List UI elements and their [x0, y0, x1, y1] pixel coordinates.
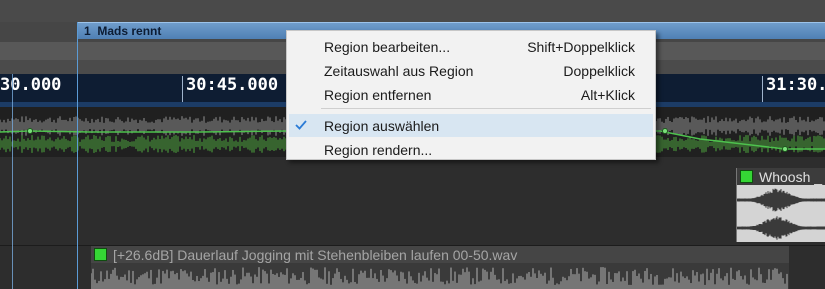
menu-item-label: Region bearbeiten...: [324, 39, 451, 55]
clip-fx-badge-icon[interactable]: [94, 248, 107, 261]
timeline-tick-label: 30.000: [0, 75, 62, 95]
whoosh-clip-name: Whoosh _: [759, 169, 823, 185]
menu-item-label: Region auswählen: [324, 118, 440, 134]
timeline-tick-label: 31:30.: [766, 75, 825, 95]
top-toolbar-strip: [0, 0, 825, 23]
envelope-point[interactable]: [662, 128, 668, 134]
menu-item-region-auswaehlen[interactable]: Region auswählen: [289, 114, 653, 137]
menu-item-label: Region entfernen: [324, 87, 432, 103]
context-menu: Region bearbeiten... Shift+Doppelklick Z…: [286, 30, 656, 160]
timeline-tick-mark: [182, 76, 183, 104]
menu-item-shortcut: Shift+Doppelklick: [527, 39, 635, 55]
envelope-point[interactable]: [782, 146, 788, 152]
envelope-point[interactable]: [27, 128, 33, 134]
whoosh-clip-header: Whoosh _: [737, 168, 825, 185]
region-title: 1 Mads rennt: [84, 24, 161, 38]
menu-item-label: Region rendern...: [324, 142, 433, 158]
menu-item-shortcut: Alt+Klick: [580, 87, 635, 103]
dauerlauf-waveform: [91, 267, 788, 289]
edit-cursor-line[interactable]: [77, 22, 78, 289]
region-number: 1: [84, 24, 91, 38]
timeline-tick-label: 30:45.000: [186, 75, 279, 95]
whoosh-waveform: [737, 188, 825, 240]
menu-item-zeitauswahl-aus-region[interactable]: Zeitauswahl aus Region Doppelklick: [289, 59, 653, 82]
menu-separator: [321, 108, 651, 109]
whoosh-clip[interactable]: Whoosh _: [736, 168, 825, 242]
timeline-tick-mark: [762, 76, 763, 104]
menu-item-region-entfernen[interactable]: Region entfernen Alt+Klick: [289, 83, 653, 106]
clip-fx-badge-icon[interactable]: [740, 170, 753, 183]
dauerlauf-clip-header: [+26.6dB] Dauerlauf Jogging mit Stehenbl…: [91, 246, 789, 263]
region-name: Mads rennt: [97, 24, 162, 38]
loop-start-line: [12, 74, 13, 289]
menu-item-region-bearbeiten[interactable]: Region bearbeiten... Shift+Doppelklick: [289, 35, 653, 58]
dauerlauf-clip[interactable]: [+26.6dB] Dauerlauf Jogging mit Stehenbl…: [91, 246, 789, 289]
menu-item-label: Zeitauswahl aus Region: [324, 63, 474, 79]
menu-item-shortcut: Doppelklick: [563, 63, 635, 79]
dauerlauf-clip-name: [+26.6dB] Dauerlauf Jogging mit Stehenbl…: [113, 247, 518, 263]
checkmark-icon: [295, 120, 307, 130]
menu-item-region-rendern[interactable]: Region rendern...: [289, 138, 653, 161]
